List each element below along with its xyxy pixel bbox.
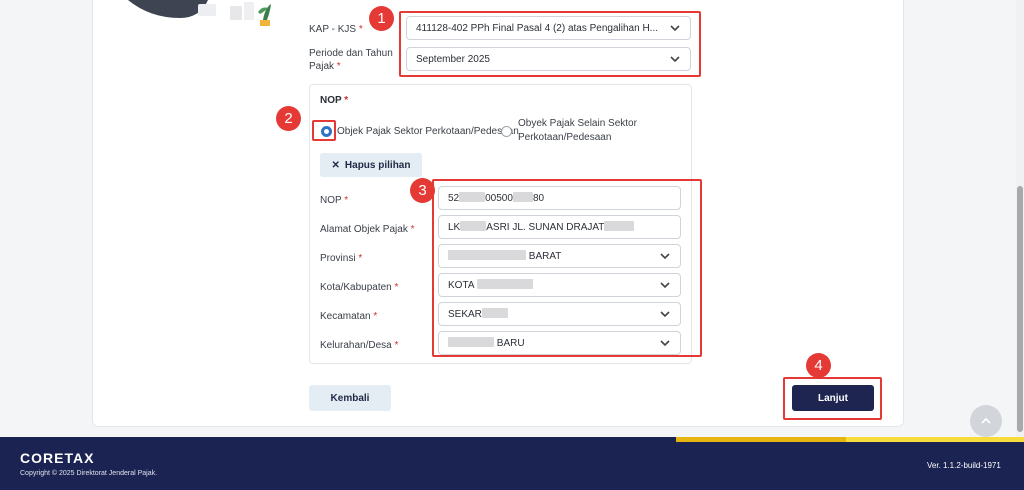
annotation-badge-2: 2	[276, 106, 301, 131]
provinsi-label: Provinsi *	[320, 253, 363, 264]
nop-label: NOP *	[320, 195, 349, 206]
hapus-pilihan-button[interactable]: ✕ Hapus pilihan	[320, 153, 422, 177]
annotation-box-1	[399, 11, 701, 77]
close-icon: ✕	[331, 159, 340, 171]
scrollbar-thumb[interactable]	[1017, 186, 1023, 432]
hapus-pilihan-label: Hapus pilihan	[344, 159, 411, 171]
footer-version: Ver. 1.1.2-build-1971	[927, 461, 1001, 470]
periode-label: Periode dan Tahun Pajak *	[309, 48, 393, 72]
annotation-badge-3: 3	[410, 178, 435, 203]
footer-stripe-dark	[676, 437, 846, 442]
annotation-box-4	[783, 377, 882, 420]
coretax-logo: CORETAX	[20, 450, 95, 466]
nop-section-title: NOP *	[320, 95, 349, 106]
annotation-box-3	[432, 179, 702, 357]
footer	[0, 437, 1024, 490]
footer-stripe-light	[846, 437, 1024, 442]
annotation-box-2	[312, 120, 336, 141]
kelurahan-label: Kelurahan/Desa *	[320, 340, 399, 351]
kota-label: Kota/Kabupaten *	[320, 282, 399, 293]
radio-selain-sektor-label: Obyek Pajak Selain Sektor Perkotaan/Pedes…	[518, 118, 637, 143]
annotation-badge-1: 1	[369, 6, 394, 31]
kap-kjs-label: KAP - KJS *	[309, 24, 363, 35]
kembali-button[interactable]: Kembali	[309, 385, 391, 411]
annotation-badge-4: 4	[806, 353, 831, 378]
alamat-label: Alamat Objek Pajak *	[320, 224, 415, 235]
footer-copyright: Copyright © 2025 Direktorat Jenderal Paj…	[20, 470, 158, 477]
scroll-top-button[interactable]	[970, 405, 1002, 437]
kecamatan-label: Kecamatan *	[320, 311, 378, 322]
radio-perkotaan-label: Objek Pajak Sektor Perkotaan/Pedesaan	[337, 126, 519, 137]
radio-selain-sektor[interactable]	[501, 126, 512, 137]
chevron-up-icon	[981, 417, 991, 424]
illustration	[120, 0, 280, 26]
